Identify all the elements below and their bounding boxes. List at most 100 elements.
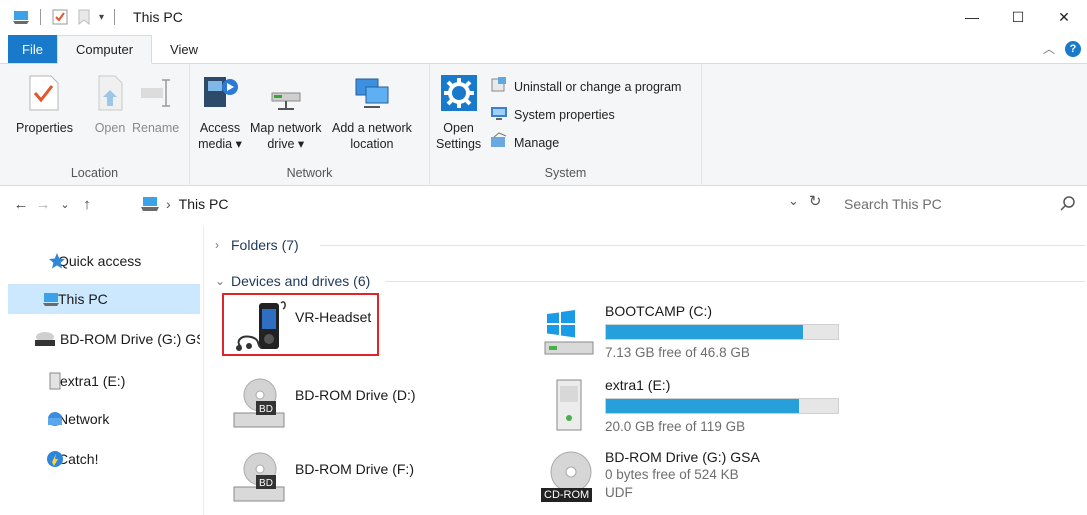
open-button[interactable]: Open xyxy=(88,70,132,136)
map-network-drive-label-1: Map network xyxy=(250,121,322,135)
customize-toolbar-dropdown[interactable]: ▾ xyxy=(99,12,104,23)
cdrom-icon xyxy=(34,330,56,348)
maximize-button[interactable]: ☐ xyxy=(995,0,1041,34)
help-icon[interactable]: ? xyxy=(1065,40,1081,57)
network-group: Access media ▾ Map network drive ▾ Add a… xyxy=(190,64,430,186)
network-icon xyxy=(46,410,64,428)
drive-bootcamp-c[interactable]: BOOTCAMP (C:) 7.13 GB free of 46.8 GB xyxy=(539,302,839,362)
breadcrumb[interactable]: This PC xyxy=(179,196,229,212)
sidebar-item-network[interactable]: Network xyxy=(8,404,200,434)
tab-view[interactable]: View xyxy=(152,35,216,63)
chevron-right-icon: › xyxy=(215,238,219,252)
back-arrow-icon[interactable]: ← xyxy=(10,190,32,218)
navigation-bar: ← → ⌄ ↑ › This PC ⌄ ↻ Search This PC xyxy=(0,188,1087,220)
tab-file[interactable]: File xyxy=(8,35,57,63)
system-group-label: System xyxy=(544,166,587,180)
drive-bd-rom-g[interactable]: CD-ROM BD-ROM Drive (G:) GSA 0 bytes fre… xyxy=(539,448,760,508)
add-network-location-icon xyxy=(350,70,394,116)
up-arrow-icon[interactable]: ↑ xyxy=(76,190,98,218)
minimize-ribbon-icon[interactable]: ︿ xyxy=(1043,40,1055,57)
drive-usage-fill xyxy=(606,325,803,339)
group-divider xyxy=(385,281,1085,282)
access-media-icon xyxy=(198,70,242,116)
search-placeholder: Search This PC xyxy=(844,196,942,212)
drive-name: BD-ROM Drive (F:) xyxy=(295,461,414,477)
drive-bd-rom-d[interactable]: BD BD-ROM Drive (D:) xyxy=(229,374,416,434)
drive-filesystem: UDF xyxy=(605,485,633,500)
properties-check-icon[interactable] xyxy=(51,8,69,26)
ribbon-tabs: File Computer View xyxy=(0,35,1087,64)
computer-icon xyxy=(42,290,60,308)
group-divider xyxy=(320,245,1085,246)
drive-usage-bar xyxy=(605,398,839,414)
drive-name: extra1 (E:) xyxy=(605,377,671,393)
title-bar: ▾ This PC — ☐ ✕ xyxy=(0,0,1087,34)
properties-label: Properties xyxy=(16,121,73,135)
address-bar[interactable]: › This PC xyxy=(140,192,830,216)
refresh-icon[interactable]: ↻ xyxy=(809,192,822,210)
svg-text:BD: BD xyxy=(259,404,273,415)
drive-extra1-e[interactable]: extra1 (E:) 20.0 GB free of 119 GB xyxy=(539,376,839,436)
drive-usage-fill xyxy=(606,399,800,413)
system-properties-button[interactable]: System properties xyxy=(490,104,615,125)
toolbar-divider xyxy=(40,9,41,25)
system-group: Open Settings Uninstall or change a prog… xyxy=(430,64,702,186)
breadcrumb-separator-icon[interactable]: › xyxy=(166,196,171,212)
add-network-location-label-2: location xyxy=(350,137,394,151)
drive-free-space: 20.0 GB free of 119 GB xyxy=(605,419,746,434)
map-network-drive-button[interactable]: Map network drive ▾ xyxy=(250,70,322,152)
open-label: Open xyxy=(94,121,126,135)
drive-free-space: 0 bytes free of 524 KB xyxy=(605,467,739,482)
sidebar-item-quick-access[interactable]: Quick access xyxy=(8,246,200,276)
folders-group-header[interactable]: › Folders (7) xyxy=(215,234,1085,256)
drive-name: BD-ROM Drive (G:) GSA xyxy=(605,449,760,465)
computer-icon xyxy=(140,196,160,212)
windows-drive-icon xyxy=(539,302,599,362)
quick-access-toolbar: ▾ This PC xyxy=(0,8,183,26)
map-network-drive-label-2: drive ▾ xyxy=(267,137,305,151)
rename-icon xyxy=(134,70,178,116)
ribbon: Properties Open Rename Location Access m… xyxy=(0,64,1087,186)
minimize-button[interactable]: — xyxy=(949,0,995,34)
settings-gear-icon xyxy=(437,70,481,116)
access-media-button[interactable]: Access media ▾ xyxy=(198,70,242,152)
manage-icon xyxy=(490,132,508,153)
drive-name: BOOTCAMP (C:) xyxy=(605,303,713,319)
content-pane: › Folders (7) ⌄ Devices and drives (6) V… xyxy=(205,226,1087,515)
system-properties-icon xyxy=(490,104,508,125)
sidebar-item-this-pc[interactable]: This PC xyxy=(8,284,200,314)
tab-computer[interactable]: Computer xyxy=(56,35,153,64)
bd-rom-icon: BD xyxy=(229,448,289,508)
sidebar-item-extra1[interactable]: extra1 (E:) xyxy=(8,366,200,396)
rename-button[interactable]: Rename xyxy=(132,70,179,136)
sidebar-label: Quick access xyxy=(58,253,142,269)
forward-arrow-icon[interactable]: → xyxy=(32,190,54,218)
chevron-down-icon: ⌄ xyxy=(215,274,226,288)
open-settings-button[interactable]: Open Settings xyxy=(436,70,481,152)
drive-usage-bar xyxy=(605,324,839,340)
address-history-chevron-icon[interactable]: ⌄ xyxy=(788,193,799,209)
window-title: This PC xyxy=(133,9,183,25)
close-button[interactable]: ✕ xyxy=(1041,0,1087,34)
drive-free-space: 7.13 GB free of 46.8 GB xyxy=(605,345,750,360)
sidebar-item-bd-rom-g[interactable]: BD-ROM Drive (G:) GSA xyxy=(8,324,200,354)
star-icon xyxy=(48,252,66,270)
manage-button[interactable]: Manage xyxy=(490,132,559,153)
search-icon[interactable] xyxy=(1060,195,1076,214)
drive-bd-rom-f[interactable]: BD BD-ROM Drive (F:) xyxy=(229,448,414,508)
computer-icon xyxy=(12,8,30,26)
search-input[interactable]: Search This PC xyxy=(834,192,1082,216)
catch-icon xyxy=(46,450,64,468)
properties-button[interactable]: Properties xyxy=(16,70,73,136)
bd-rom-icon: BD xyxy=(229,374,289,434)
recent-locations-chevron-icon[interactable]: ⌄ xyxy=(54,190,76,218)
network-group-label: Network xyxy=(286,166,333,180)
devices-group-label: Devices and drives (6) xyxy=(231,273,371,289)
add-network-location-button[interactable]: Add a network location xyxy=(332,70,412,152)
sidebar-item-catch[interactable]: Catch! xyxy=(8,444,200,474)
devices-group-header[interactable]: ⌄ Devices and drives (6) xyxy=(215,270,1085,292)
open-settings-label-1: Open xyxy=(443,121,474,135)
add-network-location-label-1: Add a network xyxy=(332,121,412,135)
uninstall-program-button[interactable]: Uninstall or change a program xyxy=(490,76,681,97)
new-folder-icon[interactable] xyxy=(75,8,93,26)
